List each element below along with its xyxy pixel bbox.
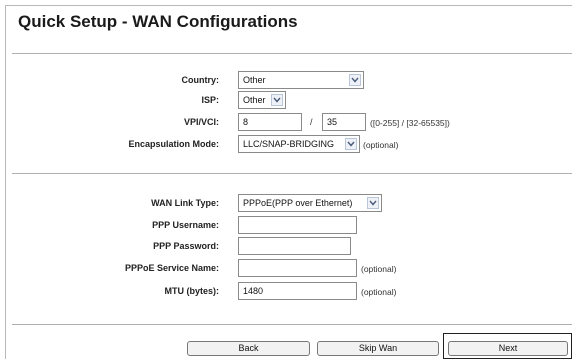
vpi-input[interactable]: 8 <box>238 113 302 131</box>
chevron-down-icon <box>367 197 379 209</box>
country-select-value: Other <box>243 75 266 85</box>
skip-wan-button[interactable]: Skip Wan <box>317 341 439 356</box>
chevron-down-icon <box>271 94 283 106</box>
mtu-note: (optional) <box>361 287 397 297</box>
encap-note: (optional) <box>363 140 399 150</box>
vci-input[interactable]: 35 <box>322 113 366 131</box>
page-title: Quick Setup - WAN Configurations <box>18 12 298 31</box>
vpivci-separator: / <box>310 117 313 127</box>
divider-bottom <box>12 324 572 325</box>
wan-link-type-select[interactable]: PPPoE(PPP over Ethernet) <box>238 194 382 212</box>
country-select[interactable]: Other <box>238 71 364 89</box>
next-button[interactable]: Next <box>448 341 568 356</box>
ppp-password-label: PPP Password: <box>153 241 219 251</box>
ppp-username-label: PPP Username: <box>152 220 219 230</box>
country-label: Country: <box>181 75 220 85</box>
content-frame <box>5 5 572 359</box>
mtu-label: MTU (bytes): <box>164 286 220 296</box>
chevron-down-icon <box>345 138 357 150</box>
encap-label: Encapsulation Mode: <box>128 139 219 149</box>
isp-select[interactable]: Other <box>238 91 286 109</box>
pppoe-service-label: PPPoE Service Name: <box>124 263 219 273</box>
pppoe-service-input[interactable] <box>238 259 357 277</box>
isp-select-value: Other <box>243 95 266 105</box>
vpivci-hint: ([0-255] / [32-65535]) <box>370 118 450 128</box>
ppp-username-input[interactable] <box>238 216 357 234</box>
chevron-down-icon <box>349 74 361 86</box>
mtu-input[interactable]: 1480 <box>238 282 357 300</box>
ppp-password-input[interactable] <box>238 237 351 255</box>
pppoe-service-note: (optional) <box>361 264 397 274</box>
vpivci-label: VPI/VCI: <box>183 117 219 127</box>
encap-select-value: LLC/SNAP-BRIDGING <box>243 139 335 149</box>
divider-middle <box>12 173 572 174</box>
encap-select[interactable]: LLC/SNAP-BRIDGING <box>238 135 360 153</box>
wan-link-type-value: PPPoE(PPP over Ethernet) <box>243 198 353 208</box>
divider-top <box>12 53 572 54</box>
wan-link-type-label: WAN Link Type: <box>151 198 219 208</box>
back-button[interactable]: Back <box>187 341 310 356</box>
isp-label: ISP: <box>201 95 219 105</box>
